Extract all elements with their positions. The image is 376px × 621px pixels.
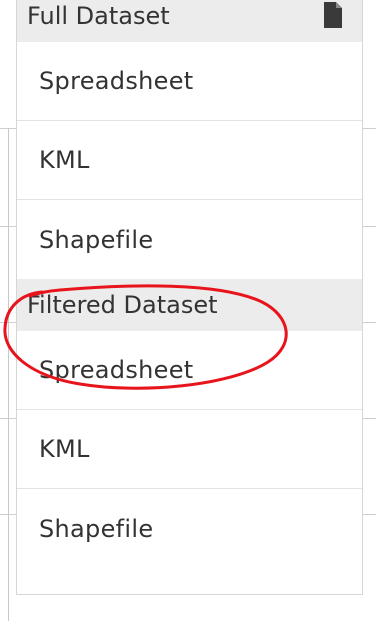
background-table-border [8,128,9,621]
file-icon [324,2,342,28]
background-row-divider [362,322,376,323]
full-dataset-shapefile-option[interactable]: Shapefile [17,200,362,279]
filtered-dataset-shapefile-option[interactable]: Shapefile [17,489,362,568]
filtered-dataset-spreadsheet-option[interactable]: Spreadsheet [17,331,362,410]
full-dataset-header: Full Dataset [17,0,362,42]
menu-item-label: Spreadsheet [39,356,194,384]
background-row-divider [0,128,16,129]
menu-item-label: KML [39,435,90,463]
filtered-dataset-header: Filtered Dataset [17,279,362,331]
background-row-divider [0,226,16,227]
background-row-divider [0,514,16,515]
full-dataset-spreadsheet-option[interactable]: Spreadsheet [17,42,362,121]
background-row-divider [362,226,376,227]
menu-item-label: Shapefile [39,225,154,254]
menu-item-label: Shapefile [39,514,154,543]
filtered-dataset-kml-option[interactable]: KML [17,410,362,489]
page: Full Dataset Spreadsheet KML Shapefile F… [0,0,376,621]
menu-item-label: Spreadsheet [39,67,194,95]
background-row-divider [0,418,16,419]
menu-item-label: KML [39,146,90,174]
filtered-dataset-header-label: Filtered Dataset [27,291,218,319]
background-row-divider [0,322,16,323]
download-dropdown-menu: Full Dataset Spreadsheet KML Shapefile F… [16,0,363,595]
full-dataset-kml-option[interactable]: KML [17,121,362,200]
background-row-divider [362,128,376,129]
full-dataset-header-label: Full Dataset [27,2,170,30]
background-row-divider [362,418,376,419]
background-row-divider [362,514,376,515]
